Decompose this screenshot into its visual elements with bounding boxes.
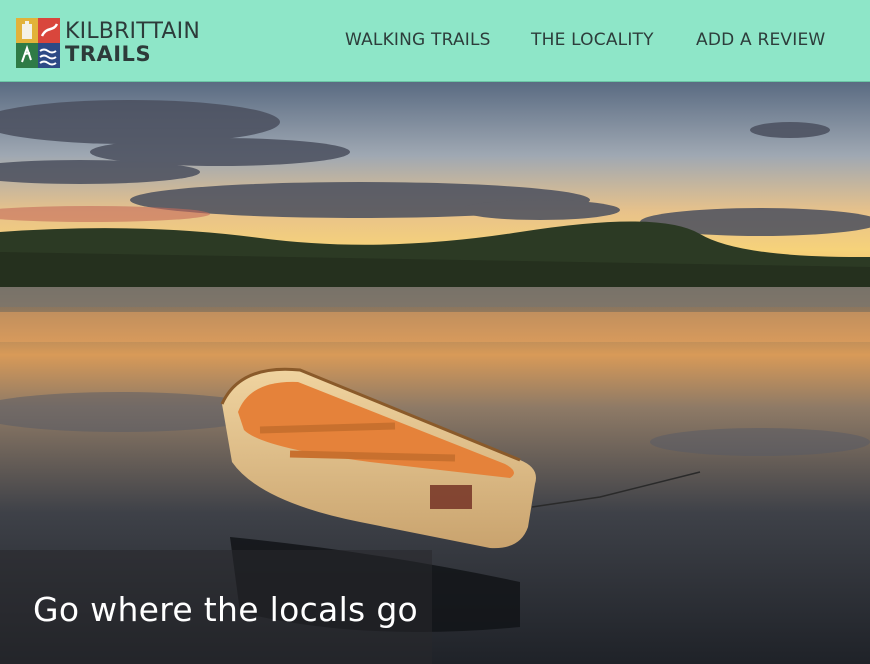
hero-banner: Go where the locals go [0, 82, 870, 664]
nav-the-locality[interactable]: THE LOCALITY [531, 30, 654, 50]
site-logo[interactable]: KILBRITTAIN TRAILS [16, 18, 200, 68]
logo-wordmark: KILBRITTAIN TRAILS [65, 21, 200, 65]
crest-icon [16, 18, 60, 68]
logo-line2: TRAILS [65, 42, 152, 66]
hero-caption: Go where the locals go [0, 550, 432, 664]
site-header: KILBRITTAIN TRAILS WALKING TRAILS THE LO… [0, 0, 870, 82]
hero-headline: Go where the locals go [33, 590, 419, 629]
nav-add-a-review[interactable]: ADD A REVIEW [696, 30, 825, 50]
logo-line1: KILBRITTAIN [65, 19, 201, 44]
nav-walking-trails[interactable]: WALKING TRAILS [345, 30, 491, 50]
